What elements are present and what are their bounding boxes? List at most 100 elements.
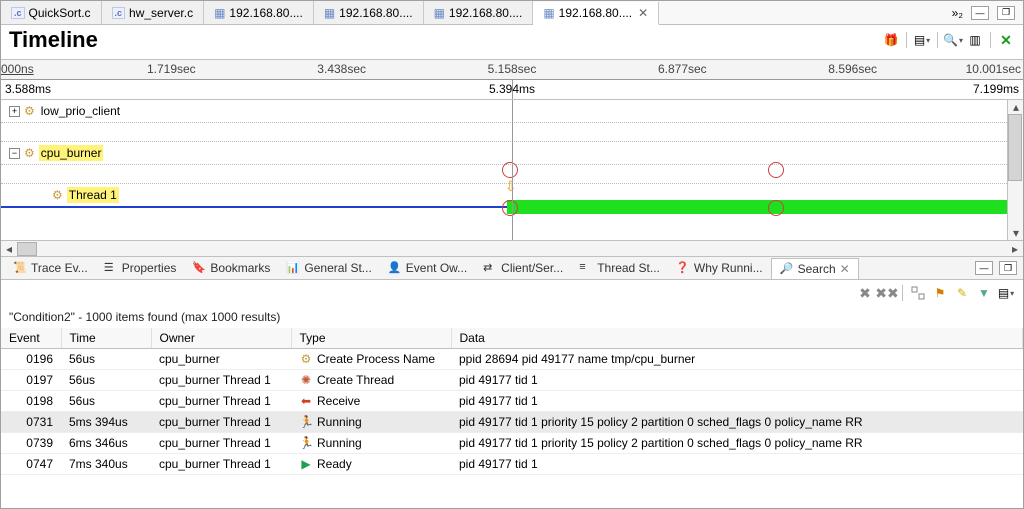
remove-all-icon[interactable]: ✖✖ [878, 284, 896, 302]
book-icon: 🔖 [192, 261, 206, 275]
view-tab-thread-st-[interactable]: ≡Thread St... [571, 258, 668, 278]
cell-time: 56us [61, 370, 151, 391]
timeline-row[interactable]: +⚙low_prio_client [1, 100, 1007, 122]
editor-tab[interactable]: ▦192.168.80....✕ [533, 2, 659, 25]
horizontal-scrollbar[interactable]: ◂ ▸ [1, 240, 1023, 256]
cell-data: pid 49177 tid 1 [451, 391, 1023, 412]
event-marker[interactable] [768, 162, 784, 178]
scroll-right-icon[interactable]: ▸ [1007, 242, 1023, 256]
ruler-tick: 8.596sec [828, 62, 877, 76]
thread-blocked-bar[interactable] [1, 206, 507, 208]
c-file-icon: .c [11, 7, 25, 19]
vertical-scrollbar[interactable]: ▴ ▾ [1007, 100, 1023, 240]
row-lane[interactable] [126, 100, 1007, 122]
flag-icon[interactable]: ⚑ [931, 284, 949, 302]
log-icon: 📜 [13, 261, 27, 275]
maximize-button[interactable]: ❐ [997, 6, 1015, 20]
row-label: Thread 1 [67, 187, 119, 203]
cell-event: 0196 [1, 349, 61, 370]
editor-tab[interactable]: ▦192.168.80.... [424, 1, 534, 24]
editor-tab[interactable]: ▦192.168.80.... [314, 1, 424, 24]
cell-time: 6ms 346us [61, 433, 151, 454]
cell-event: 0198 [1, 391, 61, 412]
expand-icon[interactable]: + [9, 106, 20, 117]
minimize-button[interactable]: — [971, 6, 989, 20]
config-dropdown-icon[interactable]: ▤▾ [997, 284, 1015, 302]
column-header[interactable]: Type [291, 328, 451, 349]
db-icon: ▦ [214, 6, 225, 20]
c-file-icon: .c [112, 7, 126, 19]
editor-tab[interactable]: .chw_server.c [102, 1, 205, 24]
expand-all-icon[interactable] [909, 284, 927, 302]
view-tab-trace-ev-[interactable]: 📜Trace Ev... [5, 258, 96, 278]
table-row[interactable]: 07477ms 340uscpu_burner Thread 1▶Readypi… [1, 454, 1023, 475]
event-marker[interactable] [502, 200, 518, 216]
view-tab-bookmarks[interactable]: 🔖Bookmarks [184, 258, 278, 278]
more-tabs-button[interactable]: »₂ [952, 6, 963, 20]
event-marker[interactable] [502, 162, 518, 178]
cell-owner: cpu_burner Thread 1 [151, 433, 291, 454]
view-tab-client-ser-[interactable]: ⇄Client/Ser... [475, 258, 571, 278]
table-row[interactable]: 07315ms 394uscpu_burner Thread 1🏃Running… [1, 412, 1023, 433]
zoom-dropdown-icon[interactable]: 🔍▾ [944, 31, 962, 49]
cell-event: 0731 [1, 412, 61, 433]
ruler-tick: 1.719sec [147, 62, 196, 76]
arrow-down-icon[interactable]: ⇩ [505, 178, 517, 195]
scroll-down-icon[interactable]: ▾ [1008, 226, 1023, 240]
cell-data: pid 49177 tid 1 priority 15 policy 2 par… [451, 412, 1023, 433]
editor-tab[interactable]: ▦192.168.80.... [204, 1, 314, 24]
bottom-view-tabbar: 📜Trace Ev...☰Properties🔖Bookmarks📊Genera… [1, 256, 1023, 280]
cell-time: 7ms 340us [61, 454, 151, 475]
view-tab-why-runni-[interactable]: ❓Why Runni... [668, 258, 771, 278]
minimize-button[interactable]: — [975, 261, 993, 275]
playhead-line[interactable] [512, 100, 513, 240]
table-row[interactable]: 07396ms 346uscpu_burner Thread 1🏃Running… [1, 433, 1023, 454]
close-icon[interactable]: ✕ [840, 262, 850, 276]
collapse-icon[interactable]: − [9, 148, 20, 159]
view-tab-event-ow-[interactable]: 👤Event Ow... [380, 258, 475, 278]
filter-icon[interactable]: ▼ [975, 284, 993, 302]
column-header[interactable]: Data [451, 328, 1023, 349]
receive-icon: ⬅ [299, 394, 313, 408]
timeline-row[interactable]: −⚙cpu_burner [1, 142, 1007, 164]
ruler-tick: 10.001sec [966, 62, 1021, 76]
view-tab-search[interactable]: 🔎Search ✕ [771, 258, 859, 279]
event-marker[interactable] [768, 200, 784, 216]
table-row[interactable]: 019656uscpu_burner⚙Create Process Namepp… [1, 349, 1023, 370]
tab-label: 192.168.80.... [449, 6, 522, 20]
gear-icon: ⚙ [24, 146, 35, 160]
view-tab-general-st-[interactable]: 📊General St... [278, 258, 379, 278]
highlight-icon[interactable]: ✎ [953, 284, 971, 302]
close-icon[interactable]: ✕ [638, 6, 648, 20]
create-th-icon: ✺ [299, 373, 313, 387]
gift-icon[interactable]: 🎁 [882, 31, 900, 49]
row-lane[interactable] [107, 142, 1007, 164]
thread-running-bar[interactable] [507, 200, 1007, 214]
search-toolbar: ✖ ✖✖ ⚑ ✎ ▼ ▤▾ [1, 280, 1023, 306]
close-icon[interactable]: ✕ [997, 31, 1015, 49]
maximize-button[interactable]: ❐ [999, 261, 1017, 275]
view-tab-label: Search [798, 262, 836, 276]
remove-icon[interactable]: ✖ [856, 284, 874, 302]
table-row[interactable]: 019856uscpu_burner Thread 1⬅Receivepid 4… [1, 391, 1023, 412]
column-header[interactable]: Time [61, 328, 151, 349]
scroll-left-icon[interactable]: ◂ [1, 242, 17, 256]
cell-owner: cpu_burner Thread 1 [151, 391, 291, 412]
view-tab-label: Event Ow... [406, 261, 467, 275]
scroll-up-icon[interactable]: ▴ [1008, 100, 1023, 114]
ruler-tick: 6.877sec [658, 62, 707, 76]
layout-icon[interactable]: ▥ [966, 31, 984, 49]
timeline-ruler[interactable]: 000ns1.719sec3.438sec5.158sec6.877sec8.5… [1, 60, 1023, 80]
filter-dropdown-icon[interactable]: ▤▾ [913, 31, 931, 49]
column-header[interactable]: Event [1, 328, 61, 349]
running-icon: 🏃 [299, 415, 313, 429]
cell-time: 5ms 394us [61, 412, 151, 433]
editor-tab[interactable]: .cQuickSort.c [1, 1, 102, 24]
column-header[interactable]: Owner [151, 328, 291, 349]
cell-type: ▶Ready [291, 454, 451, 475]
timeline-toolbar: 🎁 ▤▾ 🔍▾ ▥ ✕ [882, 31, 1015, 49]
db-icon: ▦ [543, 6, 554, 20]
table-row[interactable]: 019756uscpu_burner Thread 1✺Create Threa… [1, 370, 1023, 391]
cell-event: 0739 [1, 433, 61, 454]
view-tab-properties[interactable]: ☰Properties [96, 258, 185, 278]
